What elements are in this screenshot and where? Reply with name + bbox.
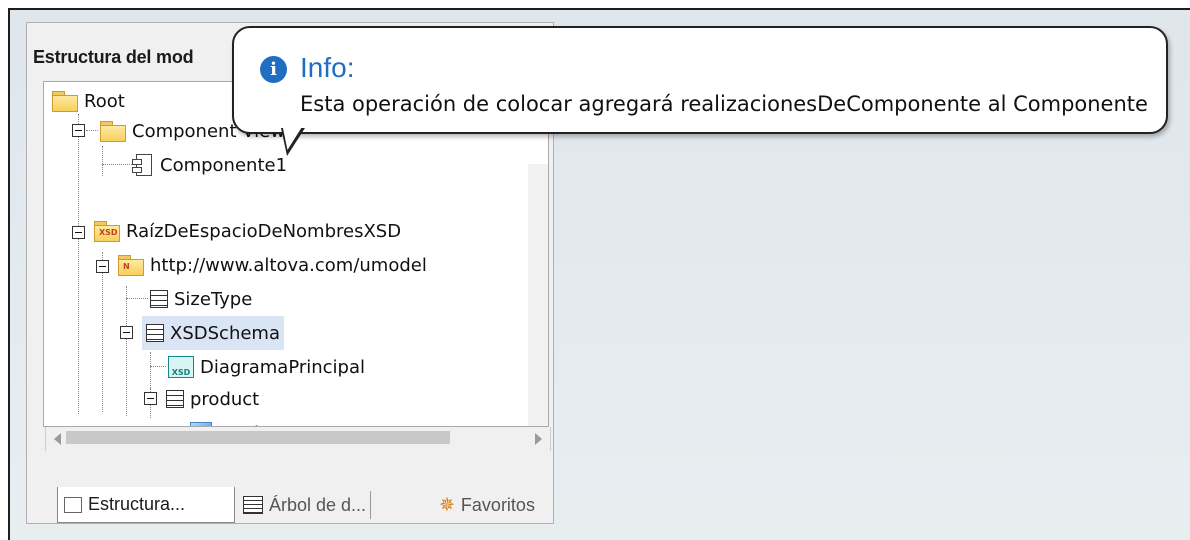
tree-connector xyxy=(150,366,166,367)
class-icon xyxy=(166,390,184,408)
collapse-icon[interactable] xyxy=(72,226,85,239)
tree-node-root[interactable]: Root xyxy=(52,86,125,116)
xsd-diagram-icon: XSD xyxy=(168,356,194,378)
tree-node-xsd-root[interactable]: XSD RaízDeEspacioDeNombresXSD xyxy=(94,216,401,246)
collapse-icon[interactable] xyxy=(72,124,85,137)
tab-label: Estructura... xyxy=(88,494,186,514)
horizontal-scrollbar[interactable] xyxy=(45,427,551,451)
tab-diagram-tree[interactable]: Árbol de d... xyxy=(235,487,425,523)
tree-node-product-element[interactable]: product xyxy=(166,384,259,414)
class-icon xyxy=(146,324,164,342)
tree-node-xsdschema-selected[interactable]: XSDSchema xyxy=(142,316,284,350)
collapse-icon[interactable] xyxy=(144,392,157,405)
panel-title: Estructura del mod xyxy=(33,47,194,67)
tree-connector xyxy=(150,352,151,388)
namespace-folder-icon: N xyxy=(118,255,144,276)
tree-node-namespace[interactable]: N http://www.altova.com/umodel xyxy=(118,250,427,280)
tree-node-label: Root xyxy=(84,90,125,112)
collapse-icon[interactable] xyxy=(96,260,109,273)
tree-connector xyxy=(102,146,103,176)
panel-tabs: Estructura... Árbol de d... ✵ Favoritos xyxy=(57,487,551,525)
folder-icon xyxy=(100,121,126,142)
tree-connector xyxy=(102,252,103,412)
folder-tab-icon xyxy=(64,496,82,513)
scroll-right-icon[interactable] xyxy=(535,433,542,445)
tree-node-label: http://www.altova.com/umodel xyxy=(150,254,427,276)
tab-separator xyxy=(370,491,372,519)
tree-node-label: XSDSchema xyxy=(170,322,280,344)
tree-connector xyxy=(86,130,98,131)
tab-label: Árbol de d... xyxy=(269,494,367,515)
diagram-tree-icon xyxy=(243,496,263,514)
tree-node-main-diagram[interactable]: XSD DiagramaPrincipal xyxy=(168,352,365,382)
tree-node-label: Componente1 xyxy=(160,154,288,176)
info-tooltip: i Info: Esta operación de colocar agrega… xyxy=(232,26,1168,134)
tooltip-title: Info: xyxy=(300,52,355,83)
tree-connector xyxy=(126,298,148,299)
vertical-scrollbar[interactable] xyxy=(528,164,548,426)
class-icon xyxy=(150,290,168,308)
info-icon: i xyxy=(260,56,287,83)
tree-node-sizetype[interactable]: SizeType xyxy=(150,284,252,314)
component-icon xyxy=(132,154,152,176)
tooltip-message: Esta operación de colocar agregará reali… xyxy=(300,92,1148,116)
tab-label: Favoritos xyxy=(460,494,535,515)
tree-node-label: SizeType xyxy=(174,288,253,310)
tab-favorites[interactable]: ✵ Favoritos xyxy=(431,487,551,523)
collapse-icon[interactable] xyxy=(120,326,133,339)
xsd-folder-icon: XSD xyxy=(94,221,120,242)
tree-connector xyxy=(102,164,132,165)
scroll-left-icon[interactable] xyxy=(54,433,61,445)
tree-node-label: DiagramaPrincipal xyxy=(200,356,366,378)
tree-node-componente1[interactable]: Componente1 xyxy=(132,150,288,180)
tree-connector xyxy=(78,114,79,414)
tree-connector xyxy=(126,286,127,416)
favorites-icon: ✵ xyxy=(439,494,455,516)
folder-icon xyxy=(52,91,78,112)
tab-structure[interactable]: Estructura... xyxy=(57,487,235,523)
tree-node-label: product xyxy=(190,388,260,410)
tree-node-label: RaízDeEspacioDeNombresXSD xyxy=(126,220,402,242)
tree-node-product-type[interactable]: product xyxy=(190,418,287,426)
horizontal-scroll-thumb[interactable] xyxy=(66,431,450,444)
